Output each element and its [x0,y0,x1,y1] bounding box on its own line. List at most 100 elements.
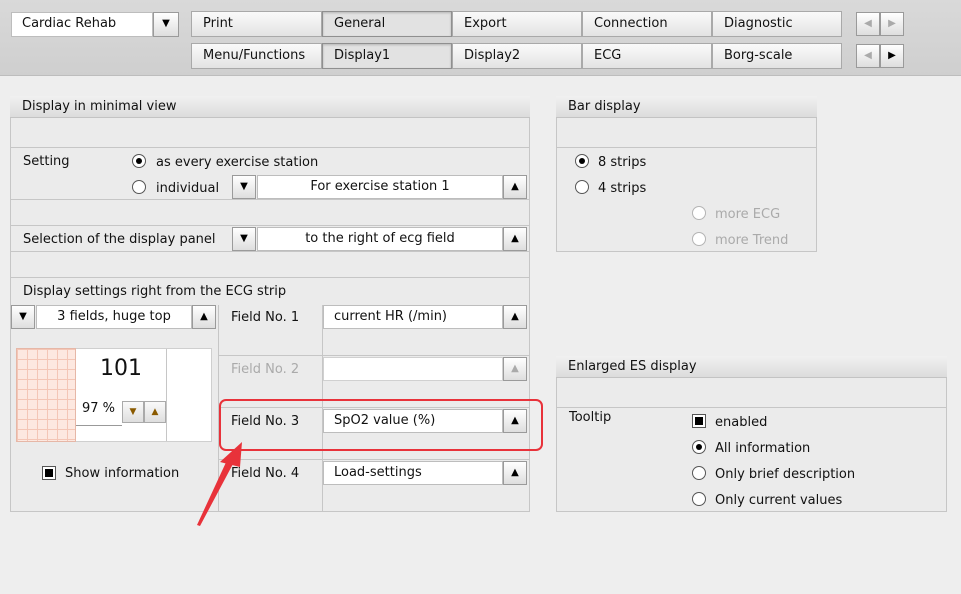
tab-label: Borg-scale [724,48,793,63]
ecg-grid-preview [16,348,76,442]
selection-label: Selection of the display panel [23,232,216,247]
app-selector-dropdown-button[interactable]: ▼ [153,12,179,37]
radio-4-strips[interactable] [575,180,589,194]
selection-dropdown-button[interactable]: ▼ [232,227,256,251]
tab-label: Display1 [334,48,391,63]
preview-up-button[interactable]: ▲ [144,401,166,423]
option-more-trend-label: more Trend [715,233,789,248]
enlarged-es-header: Enlarged ES display [556,356,947,378]
divider [11,225,529,226]
station-dropdown-button[interactable]: ▼ [232,175,256,199]
tab-label: Print [203,16,233,31]
option-individual-label: individual [156,181,220,196]
radio-every-station[interactable] [132,154,146,168]
radio-all-information[interactable] [692,440,706,454]
field-1-label: Field No. 1 [231,310,300,325]
divider [557,147,816,148]
tab-menu-functions[interactable]: Menu/Functions [191,43,322,69]
field-1-value: current HR (/min) [334,309,448,324]
tab-label: ECG [594,48,622,63]
chevron-left-icon: ◀ [864,50,872,61]
panel-title: Bar display [568,99,641,114]
field-2-combo[interactable] [323,357,503,381]
chevron-up-icon: ▲ [200,311,208,322]
station-combo[interactable]: For exercise station 1 [257,175,503,199]
tab-ecg[interactable]: ECG [582,43,712,69]
option-4-strips-label: 4 strips [598,181,647,196]
fields-layout-dropdown-button[interactable]: ▼ [11,305,35,329]
chevron-down-icon: ▼ [240,181,248,192]
chevron-down-icon: ▼ [240,233,248,244]
chevron-up-icon: ▲ [511,311,519,322]
station-up-button[interactable]: ▲ [503,175,527,199]
option-more-ecg-label: more ECG [715,207,781,222]
divider [219,355,529,356]
tabs-row1-next-button[interactable]: ▶ [880,12,904,36]
tab-label: Diagnostic [724,16,793,31]
preview-hr-value: 101 [100,356,142,381]
radio-more-ecg[interactable] [692,206,706,220]
enlarged-es-panel [556,356,947,512]
tab-general[interactable]: General [322,11,452,37]
show-information-checkbox[interactable] [42,466,56,480]
tabs-row2-next-button[interactable]: ▶ [880,44,904,68]
selection-combo-value: to the right of ecg field [305,231,455,246]
divider [219,459,529,460]
tooltip-enabled-checkbox[interactable] [692,414,706,428]
tab-display2[interactable]: Display2 [452,43,582,69]
radio-more-trend[interactable] [692,232,706,246]
field-1-combo[interactable]: current HR (/min) [323,305,503,329]
field-1-up-button[interactable]: ▲ [503,305,527,329]
option-brief-description-label: Only brief description [715,467,856,482]
tab-label: Display2 [464,48,521,63]
arrow-down-icon: ▼ [129,407,137,417]
arrow-up-icon: ▲ [151,407,159,417]
annotation-arrow-icon [197,442,242,526]
chevron-down-icon: ▼ [162,18,170,29]
chevron-up-icon: ▲ [511,467,519,478]
fields-layout-up-button[interactable]: ▲ [192,305,216,329]
bar-display-panel [556,96,817,252]
field-2-up-button[interactable]: ▲ [503,357,527,381]
radio-8-strips[interactable] [575,154,589,168]
divider [557,407,946,408]
fields-layout-combo[interactable]: 3 fields, huge top [36,305,192,329]
tab-print[interactable]: Print [191,11,322,37]
field-4-up-button[interactable]: ▲ [503,461,527,485]
tab-diagnostic[interactable]: Diagnostic [712,11,842,37]
right-settings-label: Display settings right from the ECG stri… [23,284,287,299]
selection-up-button[interactable]: ▲ [503,227,527,251]
field-2-label: Field No. 2 [231,362,300,377]
bar-display-header: Bar display [556,96,817,118]
tab-label: General [334,16,386,31]
divider [11,277,529,278]
divider [11,147,529,148]
tabs-row1-prev-button[interactable]: ◀ [856,12,880,36]
tab-label: Connection [594,16,668,31]
field-4-combo[interactable]: Load-settings [323,461,503,485]
tab-export[interactable]: Export [452,11,582,37]
tab-label: Export [464,16,507,31]
divider [11,251,529,252]
chevron-right-icon: ▶ [888,18,896,29]
option-every-station-label: as every exercise station [156,155,319,170]
tab-label: Menu/Functions [203,48,306,63]
fields-layout-value: 3 fields, huge top [57,309,171,324]
preview-down-button[interactable]: ▼ [122,401,144,423]
show-information-label: Show information [65,466,180,481]
setting-label: Setting [23,154,70,169]
selection-combo[interactable]: to the right of ecg field [257,227,503,251]
field-4-value: Load-settings [334,465,422,480]
tab-connection[interactable]: Connection [582,11,712,37]
chevron-left-icon: ◀ [864,18,872,29]
option-all-information-label: All information [715,441,811,456]
app-selector[interactable]: Cardiac Rehab [11,12,153,37]
chevron-right-icon: ▶ [888,50,896,61]
preview-spo2-value: 97 % [82,401,116,416]
tab-borg-scale[interactable]: Borg-scale [712,43,842,69]
radio-individual[interactable] [132,180,146,194]
radio-current-values[interactable] [692,492,706,506]
radio-brief-description[interactable] [692,466,706,480]
tab-display1[interactable]: Display1 [322,43,452,69]
tabs-row2-prev-button[interactable]: ◀ [856,44,880,68]
